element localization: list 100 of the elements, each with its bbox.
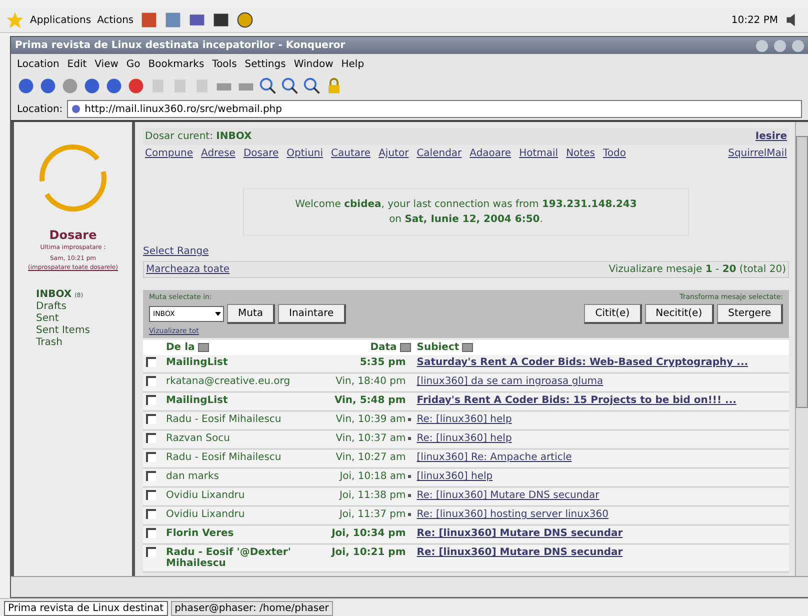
menu-item[interactable]: Tools (212, 58, 237, 70)
zoom-icon[interactable] (303, 77, 321, 95)
checkbox[interactable] (146, 395, 156, 405)
column-header[interactable]: De la (163, 340, 319, 355)
date-cell: Vin, 10:39 am (319, 411, 414, 430)
folder-link[interactable]: Sent (36, 313, 59, 324)
nav-link[interactable]: Notes (566, 148, 595, 159)
panel-menu[interactable]: Actions (97, 14, 134, 26)
date-cell: Joi, 10:18 am (319, 468, 414, 487)
checkbox[interactable] (146, 528, 156, 538)
sender-cell: MailingList (163, 392, 319, 411)
menu-item[interactable]: Go (126, 58, 140, 70)
action-button[interactable]: Citit(e) (584, 304, 642, 324)
checkbox[interactable] (146, 547, 156, 557)
date-cell: Vin, 10:27 am (319, 449, 414, 468)
welcome-text: on Sat, Iunie 12, 2004 6:50. (388, 213, 544, 227)
taskbar-button[interactable]: Prima revista de Linux destinat (4, 601, 168, 616)
checkbox[interactable] (146, 433, 156, 443)
action-button[interactable]: Inaintare (278, 304, 346, 324)
sender-cell: Radu - Eosif '@Dexter' Mihailescu (163, 544, 319, 572)
toolbar-circle-icon[interactable] (83, 77, 101, 95)
nav-link[interactable]: Dosare (243, 148, 279, 159)
star-icon[interactable] (6, 11, 24, 29)
panel-menu[interactable]: Applications (30, 14, 92, 26)
sender-cell: Radu - Eosif Mihailescu (163, 449, 319, 468)
mark-all-link[interactable]: Marcheaza toate (146, 264, 230, 275)
nav-link[interactable]: Ajutor (378, 148, 409, 159)
action-button[interactable]: Stergere (717, 304, 783, 324)
action-button[interactable]: Necitit(e) (644, 304, 714, 324)
nav-link[interactable]: Adaoare (470, 148, 512, 159)
checkbox[interactable] (146, 490, 156, 500)
date-cell: Vin, 10:37 am (319, 430, 414, 449)
nav-link[interactable]: Optiuni (286, 148, 324, 159)
view-info: Vizualizare mesaje 1 - 20 (total 20) (608, 264, 786, 275)
checkbox[interactable] (146, 509, 156, 519)
taskbar-button[interactable]: phaser@phaser: /home/phaser (170, 601, 333, 616)
menu-item[interactable]: Settings (244, 58, 286, 70)
column-header[interactable]: Data (319, 340, 414, 355)
menu-item[interactable]: Bookmarks (148, 58, 204, 70)
subject-link[interactable]: Re: [linux360] help (416, 433, 512, 444)
logo-ring-icon (37, 142, 109, 214)
clock-icon[interactable] (236, 11, 254, 29)
terminal-icon[interactable] (212, 11, 230, 29)
nav-link[interactable]: Adrese (201, 148, 236, 159)
menu-item[interactable]: Window (294, 58, 334, 70)
folder-link[interactable]: Sent Items (36, 325, 90, 336)
select-range-link[interactable]: Select Range (143, 246, 209, 257)
close-button[interactable] (792, 40, 804, 52)
toolbar-circle-icon[interactable] (105, 77, 123, 95)
toolbar-circle-icon[interactable] (17, 77, 35, 95)
folder-link[interactable]: INBOX (36, 289, 72, 300)
current-folder: Dosar curent: INBOX (145, 131, 252, 142)
checkbox[interactable] (146, 471, 156, 481)
zoom-icon[interactable] (281, 77, 299, 95)
sender-cell: Razvan Socu (163, 430, 319, 449)
toolbar-circle-icon[interactable] (127, 77, 145, 95)
logout-link[interactable]: Iesire (755, 131, 787, 142)
menu-item[interactable]: Location (17, 58, 60, 70)
zoom-icon[interactable] (259, 77, 277, 95)
date-cell: 5:35 pm (319, 355, 414, 373)
sender-cell: Ovidiu Lixandru (163, 487, 319, 506)
action-button[interactable]: Muta (227, 304, 276, 324)
nav-link[interactable]: Cautare (331, 148, 371, 159)
date-cell: Joi, 10:34 pm (319, 525, 414, 544)
window-title: Prima revista de Linux destinata incepatorilor - Konqueror (15, 40, 346, 51)
date-cell: Joi, 10:21 pm (319, 544, 414, 572)
menu-item[interactable]: Edit (67, 58, 87, 70)
sender-cell: Radu - Eosif Mihailescu (163, 411, 319, 430)
sender-cell: Florin Veres (163, 525, 319, 544)
folder-link[interactable]: Drafts (36, 301, 66, 312)
nav-link[interactable]: Todo (602, 148, 626, 159)
sender-cell: MailingList (163, 355, 319, 373)
menu-item[interactable]: Help (341, 58, 364, 70)
toolbar-circle-icon[interactable] (39, 77, 57, 95)
sidebar-title: Dosare (49, 228, 97, 242)
date-cell: Vin, 5:48 pm (319, 392, 414, 411)
checkbox[interactable] (146, 357, 156, 367)
maximize-button[interactable] (774, 40, 786, 52)
url-field[interactable]: http://mail.linux360.ro/src/webmail.php (66, 100, 802, 118)
checkbox[interactable] (146, 414, 156, 424)
menu-item[interactable]: View (94, 58, 118, 70)
checkbox[interactable] (146, 452, 156, 462)
clock: 10:22 PM (731, 14, 778, 26)
folder-link[interactable]: Trash (36, 337, 62, 348)
date-cell: Vin, 18:40 pm (319, 373, 414, 392)
page-icon (70, 104, 81, 114)
minimize-button[interactable] (756, 40, 768, 52)
nav-link[interactable]: Hotmail (519, 148, 558, 159)
nav-link[interactable]: Compune (145, 148, 194, 159)
checkbox[interactable] (146, 376, 156, 386)
subject-link[interactable]: [linux360] help (416, 471, 493, 482)
sender-cell: rkatana@creative.eu.org (163, 373, 319, 392)
column-header[interactable]: Subiect (414, 340, 789, 355)
nav-link[interactable]: Calendar (416, 148, 462, 159)
subject-link[interactable]: Re: [linux360] help (416, 414, 512, 425)
sender-cell: Ovidiu Lixandru (163, 506, 319, 525)
date-cell: Joi, 11:37 pm (319, 506, 414, 525)
brand-link[interactable]: SquirrelMail (728, 148, 787, 159)
sender-cell: dan marks (163, 468, 319, 487)
date-cell: Joi, 11:38 pm (319, 487, 414, 506)
